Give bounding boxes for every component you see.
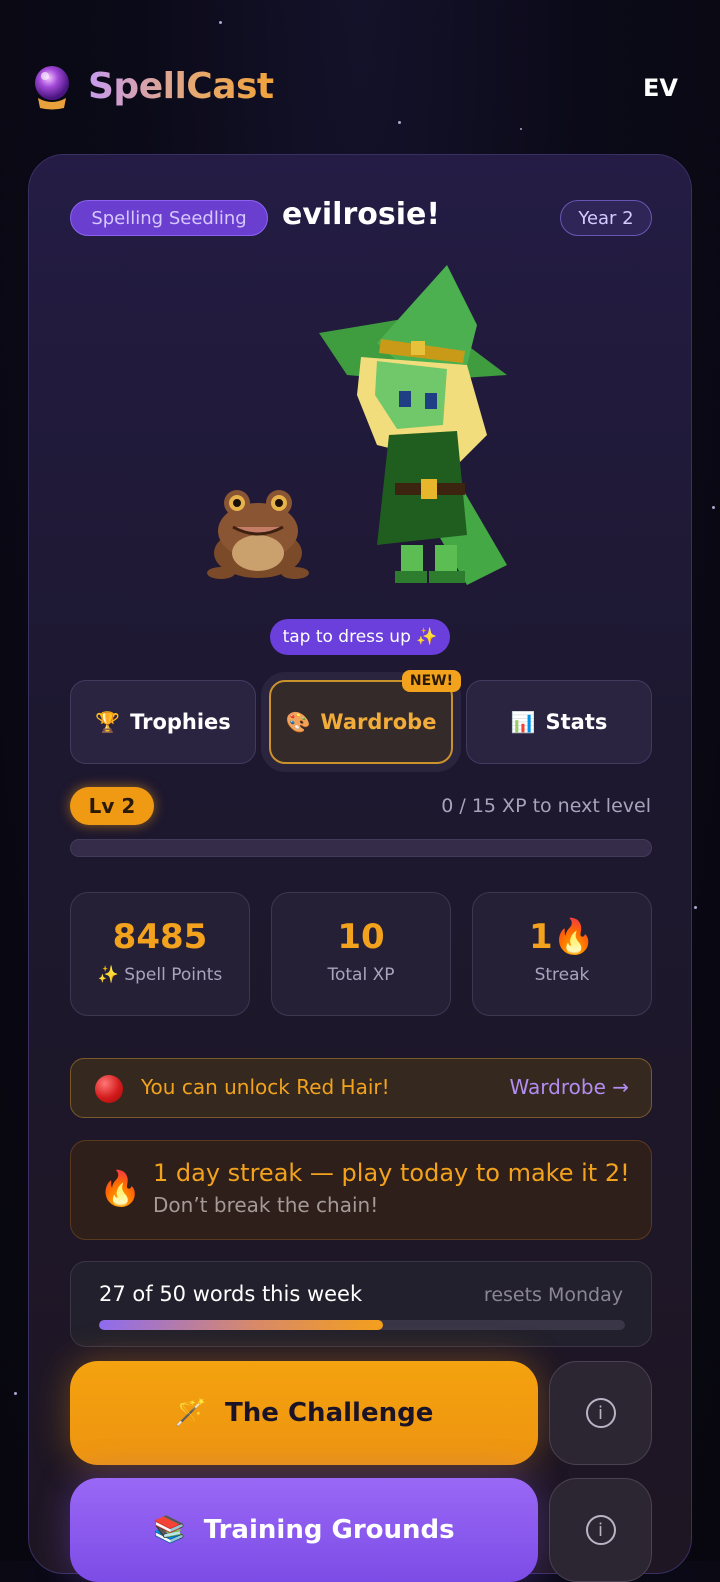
witch-avatar-image[interactable] [317, 265, 517, 595]
level-badge: Lv 2 [70, 787, 154, 825]
magic-wand-icon: 🪄 [174, 1398, 208, 1428]
weekly-goal-text: 27 of 50 words this week [99, 1282, 363, 1306]
stat-value: 10 [337, 917, 385, 957]
fire-icon: 🔥 [99, 1169, 142, 1209]
bar-chart-icon: 📊 [510, 710, 536, 734]
user-avatar-initials[interactable]: EV [643, 74, 678, 102]
trophy-icon: 🏆 [95, 710, 121, 734]
red-circle-icon [95, 1075, 123, 1103]
background-star [712, 506, 715, 509]
unlock-message: You can unlock Red Hair! [141, 1075, 390, 1099]
button-label: Training Grounds [203, 1515, 455, 1545]
info-icon: i [585, 1515, 616, 1545]
stat-label: ✨ Spell Points [97, 965, 223, 985]
training-info-button[interactable]: i [549, 1478, 652, 1582]
top-bar: SpellCast EV [0, 56, 720, 126]
tab-stats[interactable]: 📊 Stats [466, 680, 652, 764]
tab-wardrobe[interactable]: 🎨 Wardrobe NEW! [269, 670, 461, 764]
stat-spell-points: 8485 ✨ Spell Points [70, 892, 250, 1016]
books-icon: 📚 [153, 1515, 186, 1545]
tab-trophies[interactable]: 🏆 Trophies [70, 680, 256, 764]
crystal-ball-icon [35, 66, 69, 110]
new-badge: NEW! [401, 670, 461, 692]
stat-label: Streak [534, 965, 590, 985]
the-challenge-button[interactable]: 🪄 The Challenge [70, 1361, 538, 1465]
app-logo-text: SpellCast [88, 66, 274, 107]
profile-card: Spelling Seedling evilrosie! Year 2 tap … [28, 154, 692, 1582]
palette-icon: 🎨 [285, 710, 311, 734]
weekly-reset-text: resets Monday [483, 1284, 623, 1306]
dress-up-button[interactable]: tap to dress up ✨ [270, 619, 450, 655]
info-icon: i [585, 1398, 616, 1428]
weekly-progress-bar [99, 1320, 625, 1330]
stat-label: Total XP [327, 965, 395, 985]
training-grounds-button[interactable]: 📚 Training Grounds [70, 1478, 538, 1582]
challenge-info-button[interactable]: i [549, 1361, 652, 1465]
background-star [520, 128, 522, 130]
xp-progress-bar [70, 839, 652, 857]
background-star [694, 906, 697, 909]
streak-title: 1 day streak — play today to make it 2! [153, 1159, 630, 1187]
wardrobe-link[interactable]: Wardrobe → [510, 1075, 629, 1099]
weekly-progress-fill [99, 1320, 384, 1330]
stat-value: 8485 [112, 917, 208, 957]
year-badge: Year 2 [560, 200, 652, 236]
button-label: The Challenge [225, 1398, 434, 1428]
tab-label: Trophies [130, 710, 231, 734]
xp-to-next-level: 0 / 15 XP to next level [441, 795, 651, 817]
streak-banner: 🔥 1 day streak — play today to make it 2… [70, 1140, 652, 1240]
background-star [14, 1392, 17, 1395]
streak-subtitle: Don’t break the chain! [153, 1193, 379, 1217]
tab-label: Stats [545, 710, 608, 734]
unlock-banner[interactable]: You can unlock Red Hair! Wardrobe → [70, 1058, 652, 1118]
background-star [219, 21, 222, 24]
stat-streak: 1🔥 Streak [472, 892, 652, 1016]
toad-pet-image[interactable] [203, 481, 313, 581]
tab-label: Wardrobe [320, 710, 437, 734]
stat-value: 1🔥 [529, 917, 595, 957]
weekly-goal-card: 27 of 50 words this week resets Monday [70, 1261, 652, 1347]
stat-total-xp: 10 Total XP [271, 892, 451, 1016]
